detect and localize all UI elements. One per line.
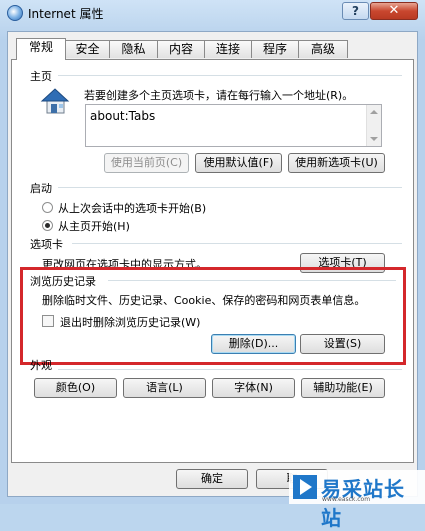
watermark-url: www.easck.com — [322, 496, 371, 503]
tab-advanced[interactable]: 高级 — [298, 40, 348, 58]
appearance-group-divider — [58, 369, 402, 370]
tab-connections[interactable]: 连接 — [204, 40, 252, 58]
tab-privacy[interactable]: 隐私 — [109, 40, 158, 58]
watermark: 易采站长站 www.easck.com — [289, 470, 425, 530]
home-house-icon — [40, 88, 70, 114]
internet-globe-icon — [7, 5, 23, 21]
dialog-window: Internet 属性 ? ✕ 常规 安全 隐私 内容 连接 程序 高级 主页 … — [0, 0, 425, 530]
accessibility-button[interactable]: 辅助功能(E) — [301, 378, 385, 398]
languages-button[interactable]: 语言(L) — [123, 378, 206, 398]
homepage-description: 若要创建多个主页选项卡，请在每行输入一个地址(R)。 — [84, 89, 354, 102]
startup-homepage-label[interactable]: 从主页开始(H) — [58, 218, 130, 234]
tab-security[interactable]: 安全 — [65, 40, 110, 58]
startup-homepage-radio[interactable] — [42, 220, 53, 231]
textarea-scrollbar[interactable] — [366, 105, 381, 146]
use-default-button[interactable]: 使用默认值(F) — [195, 153, 282, 173]
help-button[interactable]: ? — [342, 2, 369, 20]
homepage-address-value: about:Tabs — [90, 109, 156, 123]
homepage-group-divider — [58, 75, 402, 76]
close-button[interactable]: ✕ — [370, 2, 418, 20]
title-bar[interactable]: Internet 属性 ? ✕ — [0, 0, 425, 26]
appearance-group-label: 外观 — [30, 359, 52, 372]
tab-content[interactable]: 内容 — [157, 40, 205, 58]
use-new-tab-button[interactable]: 使用新选项卡(U) — [288, 153, 385, 173]
ok-button[interactable]: 确定 — [176, 469, 248, 489]
startup-last-session-radio[interactable] — [42, 202, 53, 213]
startup-group-divider — [58, 187, 402, 188]
window-title: Internet 属性 — [28, 7, 104, 21]
tabs-group-label: 选项卡 — [30, 238, 63, 251]
history-highlight-box — [20, 267, 406, 365]
tab-general[interactable]: 常规 — [16, 38, 66, 60]
scroll-down-arrow-icon[interactable] — [370, 137, 378, 141]
tab-programs[interactable]: 程序 — [251, 40, 299, 58]
homepage-address-textarea[interactable]: about:Tabs — [85, 104, 382, 147]
use-current-button[interactable]: 使用当前页(C) — [104, 153, 189, 173]
fonts-button[interactable]: 字体(N) — [212, 378, 295, 398]
startup-group-label: 启动 — [30, 182, 52, 195]
startup-last-session-label[interactable]: 从上次会话中的选项卡开始(B) — [58, 200, 206, 216]
homepage-group-label: 主页 — [30, 70, 52, 83]
colors-button[interactable]: 颜色(O) — [34, 378, 117, 398]
watermark-logo-icon — [293, 475, 317, 499]
tabs-group-divider — [72, 243, 402, 244]
scroll-up-arrow-icon[interactable] — [370, 110, 378, 114]
